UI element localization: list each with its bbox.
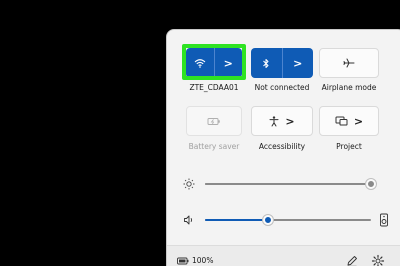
airplane-mode-tile[interactable] xyxy=(319,48,379,78)
chevron-right-icon: > xyxy=(293,56,303,70)
brightness-slider-thumb[interactable] xyxy=(366,179,376,189)
audio-output-icon[interactable] xyxy=(379,213,389,227)
volume-slider-fill xyxy=(205,219,269,221)
volume-icon[interactable] xyxy=(183,214,195,226)
brightness-icon xyxy=(183,178,195,190)
battery-percentage: 100% xyxy=(192,256,214,265)
volume-slider[interactable] xyxy=(205,215,371,225)
volume-slider-thumb[interactable] xyxy=(263,215,274,225)
battery-saver-icon xyxy=(207,117,220,125)
gear-icon[interactable] xyxy=(371,254,385,266)
chevron-right-icon: > xyxy=(285,114,295,128)
battery-saver-tile xyxy=(186,106,242,136)
brightness-slider-row xyxy=(183,177,391,191)
brightness-slider-fill xyxy=(205,183,371,185)
accessibility-tile-label: Accessibility xyxy=(258,142,306,151)
airplane-mode-tile-label: Airplane mode xyxy=(321,83,377,92)
quick-settings-panel: > > ZTE_CDAA01 Not connected Airplane mo… xyxy=(166,29,400,266)
battery-icon xyxy=(177,257,189,264)
screenshot: > > ZTE_CDAA01 Not connected Airplane mo… xyxy=(0,0,400,266)
bluetooth-icon xyxy=(263,58,269,68)
bluetooth-expand-button[interactable]: > xyxy=(281,48,314,78)
chevron-right-icon: > xyxy=(353,114,364,128)
brightness-slider[interactable] xyxy=(205,179,376,189)
battery-saver-tile-label: Battery saver xyxy=(188,142,240,151)
battery-status[interactable]: 100% xyxy=(177,256,213,265)
bluetooth-toggle-button[interactable] xyxy=(251,48,282,78)
wifi-highlight-box xyxy=(182,44,246,80)
accessibility-tile[interactable]: > xyxy=(251,106,313,136)
wifi-tile-label: ZTE_CDAA01 xyxy=(189,83,239,92)
project-icon xyxy=(335,116,348,126)
bluetooth-tile[interactable]: > xyxy=(251,48,313,78)
airplane-icon xyxy=(343,58,355,68)
project-tile[interactable]: > xyxy=(319,106,379,136)
pencil-icon[interactable] xyxy=(345,254,359,266)
volume-slider-row xyxy=(183,213,391,227)
quick-settings-footer: 100% xyxy=(167,245,400,266)
project-tile-label: Project xyxy=(336,142,362,151)
bluetooth-tile-label: Not connected xyxy=(254,83,310,92)
accessibility-icon xyxy=(269,115,279,126)
